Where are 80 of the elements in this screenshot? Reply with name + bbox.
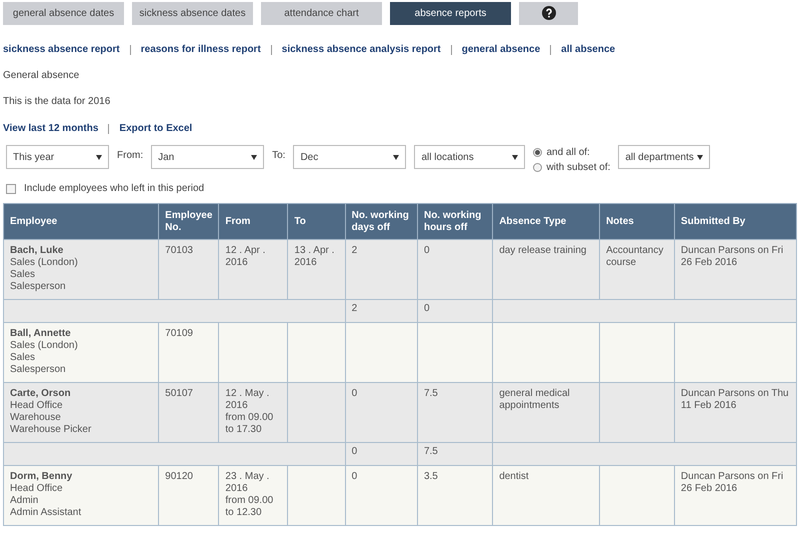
cell-text: 0 (424, 245, 431, 257)
radio-label: and all of: (546, 146, 590, 160)
employee-details: Head Office Admin Admin Assistant (10, 483, 82, 519)
separator-bar (450, 44, 452, 54)
employee-details: Sales (London) Sales Salesperson (10, 340, 79, 376)
cell-text: 2 (352, 245, 358, 257)
report-link[interactable]: View last 12 months (3, 121, 98, 136)
select-field[interactable]: Jan (151, 145, 264, 169)
column-header: Submitted By (674, 204, 796, 240)
subtotal-text: 0 (352, 446, 358, 458)
cell-text: 3.5 (424, 471, 439, 483)
cell-text: 23 . May . 2016 from 09.00 to 12.30 (225, 471, 274, 519)
employee-details: Head Office Warehouse Warehouse Picker (10, 400, 92, 436)
column-header: Employee (4, 204, 159, 240)
subtitle-text: This is the data for 2016 (3, 95, 112, 109)
column-header: From (218, 204, 288, 240)
cell-text: 50107 (165, 388, 194, 400)
employee-name: Carte, Orson (10, 388, 72, 400)
subtotal-text: 7.5 (424, 446, 439, 458)
cell-text: Duncan Parsons on Fri 26 Feb 2016 (680, 471, 784, 495)
column-header: No. working days off (345, 204, 418, 240)
report-title: General absence (3, 69, 80, 83)
cell-text: 70109 (165, 328, 194, 340)
separator-bar (130, 44, 131, 54)
caret-icon (393, 154, 400, 160)
column-header: Absence Type (492, 204, 600, 240)
caret-icon (96, 154, 102, 160)
cell-text: 13 . Apr . 2016 (294, 245, 336, 269)
cell-text: day release training (499, 245, 588, 257)
radio-button[interactable] (533, 163, 542, 172)
tab[interactable]: sickness absence dates (132, 2, 253, 25)
cell-text: 12 . May . 2016 from 09.00 to 17.30 (225, 388, 274, 436)
column-header: Employee No. (158, 204, 219, 240)
cell-text: dentist (499, 471, 530, 483)
checkbox[interactable] (6, 184, 16, 194)
tab[interactable]: attendance chart (261, 2, 382, 25)
cell-text: Duncan Parsons on Thu 11 Feb 2016 (680, 388, 790, 412)
help-icon (542, 6, 556, 20)
report-link[interactable]: general absence (462, 42, 540, 57)
employee-name: Dorm, Benny (10, 471, 74, 483)
select-field[interactable]: all departments (618, 145, 710, 169)
cell-text: 12 . Apr . 2016 (225, 245, 266, 269)
cell-text: Duncan Parsons on Fri 26 Feb 2016 (680, 245, 784, 269)
radio-button[interactable] (533, 148, 542, 157)
cell-text: general medical appointments (499, 388, 571, 412)
checkbox-label: Include employees who left in this period (24, 182, 204, 196)
subtotal-text: 0 (424, 303, 431, 315)
employee-name: Bach, Luke (10, 245, 64, 257)
column-header: No. working hours off (417, 204, 493, 240)
report-link[interactable]: all absence (561, 42, 616, 57)
report-link[interactable]: sickness absence report (3, 42, 120, 57)
caret-icon (512, 154, 518, 160)
column-header: To (288, 204, 346, 240)
tab[interactable]: absence reports (390, 2, 511, 25)
cell-text: 7.5 (424, 388, 439, 400)
separator-bar (108, 124, 110, 134)
radio-label: with subset of: (546, 161, 610, 175)
separator-bar (270, 44, 272, 54)
caret-icon (697, 154, 704, 160)
cell-text: 70103 (165, 245, 194, 257)
help-tab[interactable] (519, 2, 578, 25)
column-header: Notes (600, 204, 674, 240)
tab[interactable]: general absence dates (3, 2, 124, 25)
cell-text: 90120 (165, 471, 194, 483)
report-link[interactable]: reasons for illness report (140, 42, 261, 57)
report-link[interactable]: sickness absence analysis report (282, 42, 441, 57)
cell-text: Accountancy course (606, 245, 664, 269)
select-field[interactable]: This year (6, 145, 109, 169)
cell-text: 0 (352, 471, 358, 483)
cell-text: 0 (352, 388, 358, 400)
select-field[interactable]: Dec (293, 145, 406, 169)
caret-icon (251, 154, 258, 160)
employee-name: Ball, Annette (10, 328, 72, 340)
select-field[interactable]: all locations (414, 145, 526, 169)
subtotal-text: 2 (352, 303, 358, 315)
employee-details: Sales (London) Sales Salesperson (10, 257, 79, 293)
filter-label: To: (272, 149, 286, 163)
filter-label: From: (117, 149, 144, 163)
report-link[interactable]: Export to Excel (119, 121, 192, 136)
separator-bar (550, 44, 552, 54)
